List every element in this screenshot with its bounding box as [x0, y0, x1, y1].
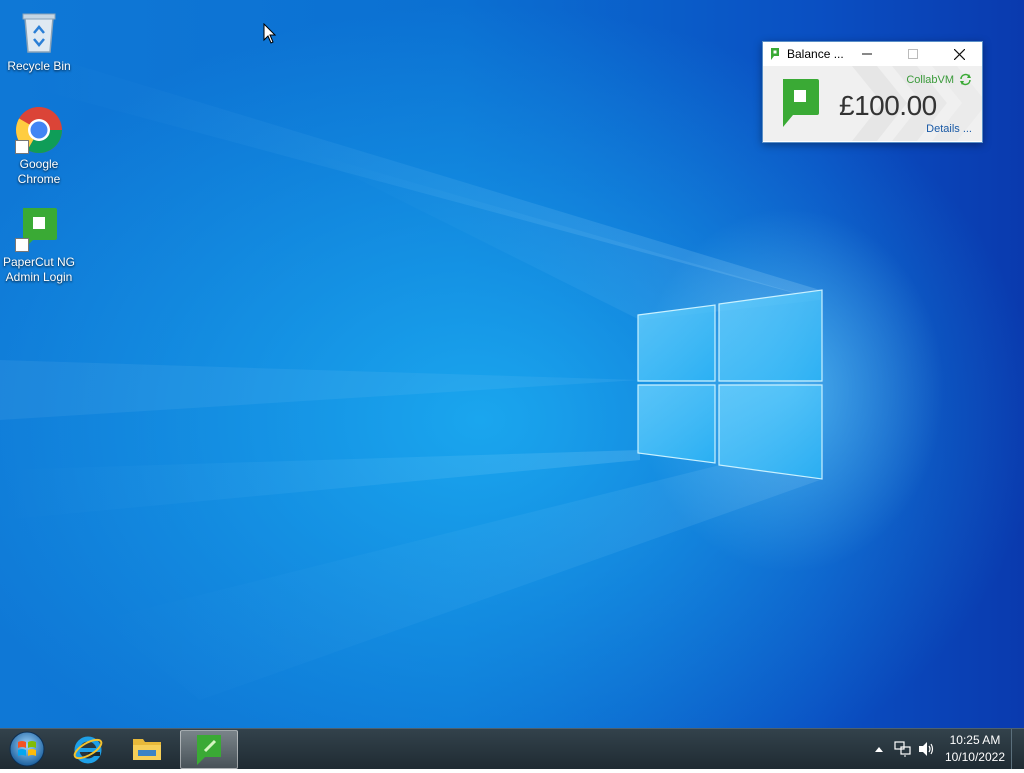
balance-amount: £100.00	[839, 90, 937, 121]
taskbar-file-explorer[interactable]	[119, 730, 175, 767]
balance-window[interactable]: Balance ... CollabVM £100.00 Details ...	[762, 41, 983, 143]
maximize-icon	[908, 49, 918, 59]
minimize-button[interactable]	[844, 42, 890, 66]
maximize-button[interactable]	[890, 42, 936, 66]
windows-logo	[637, 289, 823, 480]
chrome-icon	[15, 106, 63, 154]
desktop-icon-label: Google Chrome	[17, 157, 61, 186]
papercut-icon	[771, 48, 779, 60]
details-link[interactable]: Details ...	[926, 123, 972, 135]
show-hidden-icons-icon	[874, 747, 883, 752]
mouse-cursor-icon	[263, 23, 277, 44]
close-icon	[953, 48, 965, 60]
window-title: Balance ...	[787, 47, 844, 61]
minimize-icon	[862, 53, 872, 55]
clock[interactable]: 10:25 AM 10/10/2022	[945, 732, 1005, 766]
network-button[interactable]	[894, 740, 912, 758]
refresh-icon[interactable]	[959, 73, 972, 86]
desktop[interactable]: Recycle Bin Google Chrome PaperCut NG Ad…	[0, 0, 1024, 728]
clock-date: 10/10/2022	[944, 750, 1005, 764]
shortcut-arrow-icon	[15, 140, 29, 154]
recycle-bin-icon	[15, 8, 63, 56]
balance-window-titlebar[interactable]: Balance ...	[763, 42, 982, 66]
desktop-icon-google-chrome[interactable]: Google Chrome	[0, 106, 78, 187]
username-label: CollabVM	[906, 74, 954, 86]
desktop-icon-recycle-bin[interactable]: Recycle Bin	[0, 8, 78, 74]
network-icon	[894, 741, 911, 757]
taskbar: 10:25 AM 10/10/2022	[0, 728, 1024, 769]
balance-window-body: CollabVM £100.00 Details ...	[763, 66, 982, 141]
papercut-icon	[15, 204, 63, 252]
show-hidden-icons-button[interactable]	[870, 740, 888, 758]
windows-start-orb-icon	[9, 731, 45, 767]
taskbar-papercut-client[interactable]	[180, 730, 238, 769]
show-desktop-button[interactable]	[1011, 729, 1024, 769]
desktop-icon-papercut-admin[interactable]: PaperCut NG Admin Login	[0, 204, 78, 285]
close-button[interactable]	[936, 42, 982, 66]
taskbar-internet-explorer[interactable]	[60, 730, 116, 767]
volume-icon	[918, 742, 934, 756]
papercut-icon	[197, 734, 221, 765]
system-tray: 10:25 AM 10/10/2022	[867, 729, 1024, 769]
folder-icon	[133, 738, 161, 760]
internet-explorer-icon	[73, 736, 103, 763]
desktop-icon-label: Recycle Bin	[7, 59, 71, 73]
clock-time: 10:25 AM	[949, 733, 1001, 747]
papercut-logo-icon	[783, 79, 819, 127]
shortcut-arrow-icon	[15, 238, 29, 252]
start-button[interactable]	[4, 730, 50, 768]
desktop-icon-label: PaperCut NG Admin Login	[2, 255, 76, 284]
volume-button[interactable]	[918, 740, 936, 758]
